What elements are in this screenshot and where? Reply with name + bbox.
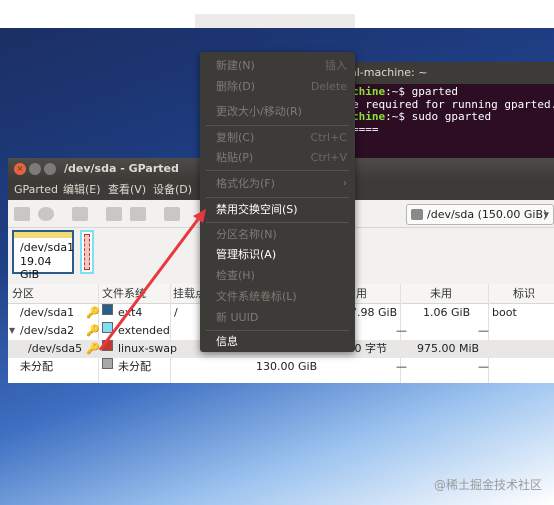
annotation-arrow <box>98 209 206 351</box>
watermark: @稀土掘金技术社区 <box>433 478 542 492</box>
annotation-arrow-line <box>98 213 204 351</box>
annotation-arrow-head <box>193 209 206 223</box>
